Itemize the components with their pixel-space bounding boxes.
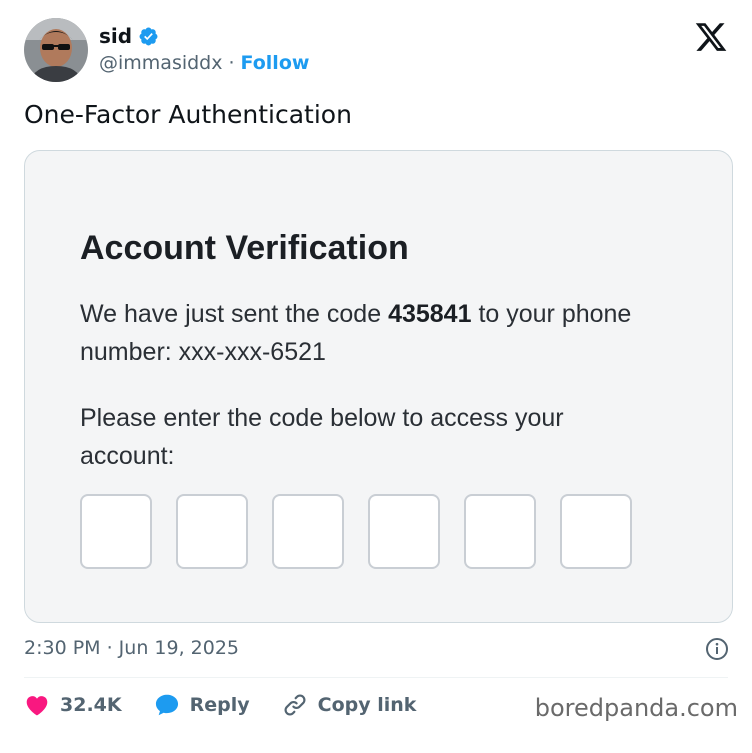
card-instruction: Please enter the code below to access yo… (80, 404, 564, 470)
watermark: boredpanda.com (534, 694, 738, 722)
verification-code: 435841 (388, 300, 472, 328)
code-input-box[interactable] (464, 494, 536, 569)
author-handle[interactable]: @immasiddx (99, 52, 222, 74)
reply-label: Reply (189, 694, 250, 716)
x-logo-icon[interactable] (694, 20, 728, 54)
divider (24, 677, 728, 678)
like-count: 32.4K (60, 694, 122, 716)
copy-link-label: Copy link (317, 694, 417, 716)
tweet-text: One-Factor Authentication (24, 100, 352, 129)
info-icon[interactable] (705, 637, 729, 661)
avatar[interactable] (24, 18, 88, 82)
code-input-box[interactable] (176, 494, 248, 569)
reply-bubble-icon (155, 694, 178, 716)
copy-link-button[interactable]: Copy link (282, 692, 417, 718)
follow-button[interactable]: Follow (241, 52, 310, 74)
heart-icon (26, 696, 48, 716)
tweet-header: sid @immasiddx · Follow (24, 18, 728, 82)
message-prefix: We have just sent the code (80, 300, 389, 328)
code-input-box[interactable] (560, 494, 632, 569)
code-input-box[interactable] (368, 494, 440, 569)
code-input-box[interactable] (80, 494, 152, 569)
card-message: We have just sent the code 435841 to you… (80, 295, 660, 371)
tweet-timestamp[interactable]: 2:30 PM · Jun 19, 2025 (24, 637, 239, 659)
like-button[interactable]: 32.4K (24, 692, 122, 718)
verified-badge-icon (139, 27, 158, 45)
author-name[interactable]: sid (99, 24, 132, 48)
separator-dot: · (228, 52, 235, 74)
link-icon (284, 694, 306, 716)
tweet-actions: 32.4K Reply Copy link (24, 690, 448, 720)
code-input-box[interactable] (272, 494, 344, 569)
reply-button[interactable]: Reply (154, 692, 250, 718)
code-input-group (80, 494, 632, 569)
card-title: Account Verification (80, 229, 409, 267)
verification-image-card[interactable]: Account Verification We have just sent t… (24, 150, 733, 623)
